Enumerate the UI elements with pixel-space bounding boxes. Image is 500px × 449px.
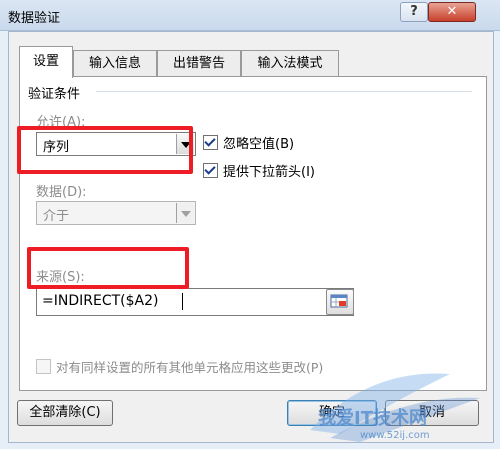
validation-criteria-heading: 验证条件 [28, 87, 81, 102]
in-cell-dropdown-checkbox[interactable] [203, 163, 218, 178]
tab-input-message[interactable]: 输入信息 [73, 50, 157, 77]
data-value: 介于 [43, 209, 70, 224]
close-button[interactable]: ✕ [428, 2, 476, 22]
dialog-body: 设置 输入信息 出错警告 输入法模式 验证条件 允许(A): 序列 忽略空值(B… [8, 31, 494, 443]
apply-all-label[interactable]: 对有同样设置的所有其他单元格应用这些更改(P) [56, 357, 323, 376]
clear-all-button[interactable]: 全部清除(C) [17, 400, 113, 426]
cancel-button[interactable]: 取消 [385, 400, 479, 426]
ok-button[interactable]: 确定 [287, 400, 377, 426]
tab-settings[interactable]: 设置 [19, 46, 73, 78]
ignore-blank-checkbox[interactable] [203, 135, 218, 150]
apply-all-checkbox[interactable] [36, 359, 51, 374]
tab-ime-mode[interactable]: 输入法模式 [241, 50, 339, 77]
title-bar: 数据验证 ? ✕ [0, 0, 500, 31]
data-dropdown-button[interactable] [176, 203, 194, 223]
data-dropdown[interactable]: 介于 [36, 201, 196, 225]
chevron-down-icon [181, 211, 191, 217]
highlight-box-allow [17, 126, 193, 174]
data-label: 数据(D): [36, 185, 87, 200]
source-input[interactable]: =INDIRECT($A2) [36, 288, 354, 316]
highlight-box-source [27, 247, 189, 289]
ignore-blank-label[interactable]: 忽略空值(B) [223, 133, 294, 152]
collapse-range-button[interactable] [326, 289, 354, 315]
in-cell-dropdown-label[interactable]: 提供下拉箭头(I) [223, 161, 315, 180]
settings-panel: 验证条件 允许(A): 序列 忽略空值(B) 提供下拉箭头(I) 数据(D): … [19, 76, 487, 391]
window-title: 数据验证 [8, 11, 61, 26]
tab-error-alert[interactable]: 出错警告 [157, 50, 241, 77]
help-button[interactable]: ? [400, 2, 428, 22]
source-value: =INDIRECT($A2) [42, 293, 159, 309]
text-cursor [182, 293, 183, 310]
group-divider [96, 91, 472, 92]
range-select-icon [330, 294, 348, 308]
